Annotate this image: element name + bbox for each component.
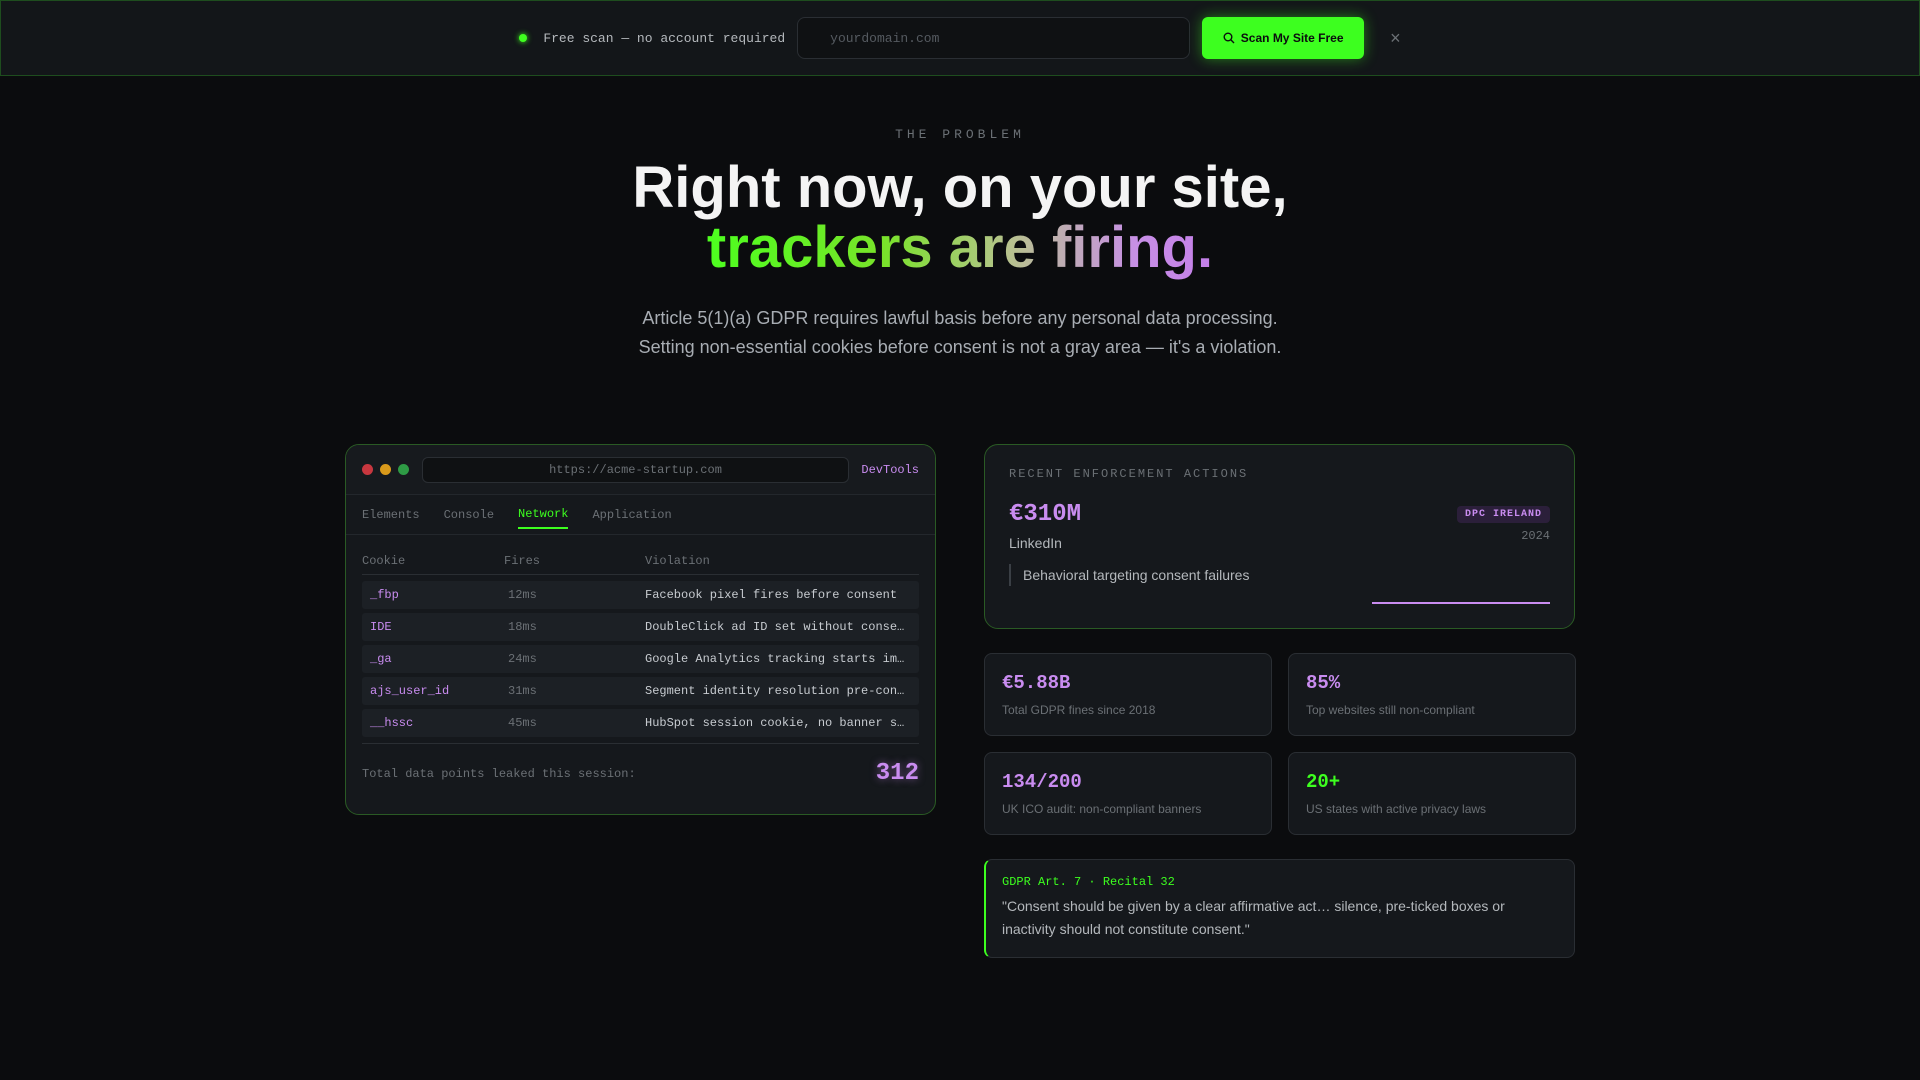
- column-header-violation: Violation: [645, 553, 710, 568]
- fire-time: 24ms: [508, 652, 537, 666]
- tab-console[interactable]: Console: [444, 502, 494, 528]
- authority-badge: DPC IRELAND: [1456, 506, 1550, 523]
- table-row: ajs_user_id 31ms Segment identity resolu…: [362, 677, 919, 705]
- violation-text: HubSpot session cookie, no banner shown: [645, 716, 919, 730]
- enforcement-eyebrow: RECENT ENFORCEMENT ACTIONS: [1009, 467, 1249, 481]
- devtools-header: https://acme-startup.com DevTools: [346, 445, 935, 495]
- devtools-panel: https://acme-startup.com DevTools Elemen…: [345, 444, 936, 815]
- stat-card-ico-audit: 134/200 UK ICO audit: non-compliant bann…: [984, 752, 1272, 835]
- violation-text: Segment identity resolution pre-consent: [645, 684, 919, 698]
- fine-year: 2024: [1521, 529, 1550, 543]
- table-row: _ga 24ms Google Analytics tracking start…: [362, 645, 919, 673]
- devtools-tabs: Elements Console Network Application: [346, 495, 935, 535]
- close-window-dot-icon: [362, 464, 373, 475]
- column-header-fires: Fires: [504, 553, 541, 568]
- domain-input[interactable]: [797, 17, 1191, 59]
- banner-text: Free scan — no account required: [543, 30, 786, 46]
- section-eyebrow: THE PROBLEM: [895, 127, 1025, 142]
- leak-summary: Total data points leaked this session: 3…: [362, 743, 919, 803]
- stat-label: Top websites still non-compliant: [1306, 703, 1475, 717]
- hero-title-line1: Right now, on your site,: [632, 155, 1288, 220]
- maximize-window-dot-icon: [398, 464, 409, 475]
- hero-subtitle-line2: Setting non-essential cookies before con…: [638, 337, 1282, 357]
- hero-subtitle-line1: Article 5(1)(a) GDPR requires lawful bas…: [642, 308, 1278, 328]
- quote-reference: GDPR Art. 7 · Recital 32: [1002, 875, 1175, 889]
- fined-company: LinkedIn: [1009, 535, 1062, 551]
- violation-text: Facebook pixel fires before consent: [645, 588, 898, 602]
- tab-network[interactable]: Network: [518, 501, 569, 529]
- leak-summary-label: Total data points leaked this session:: [362, 766, 636, 781]
- stat-label: US states with active privacy laws: [1306, 802, 1487, 816]
- cookie-name: _ga: [370, 652, 392, 666]
- cookie-name: __hssc: [370, 716, 414, 730]
- stat-value: €5.88B: [1002, 672, 1071, 694]
- quote-text: "Consent should be given by a clear affi…: [1002, 898, 1505, 937]
- table-row: __hssc 45ms HubSpot session cookie, no b…: [362, 709, 919, 737]
- stat-label: UK ICO audit: non-compliant banners: [1002, 802, 1202, 816]
- hero-title: Right now, on your site, trackers are fi…: [0, 158, 1920, 278]
- scan-button-label: Scan My Site Free: [1240, 31, 1344, 45]
- enforcement-card: RECENT ENFORCEMENT ACTIONS €310M LinkedI…: [984, 444, 1575, 629]
- carousel-progress-bar: [1372, 602, 1550, 604]
- devtools-url-bar: https://acme-startup.com: [422, 456, 849, 483]
- search-icon: [1223, 32, 1235, 44]
- hero-title-line2: trackers are firing.: [706, 215, 1214, 280]
- fire-time: 12ms: [508, 588, 537, 602]
- scan-site-button[interactable]: Scan My Site Free: [1202, 17, 1365, 59]
- fire-time: 31ms: [508, 684, 537, 698]
- fine-amount: €310M: [1009, 501, 1082, 528]
- stat-value: 20+: [1306, 771, 1341, 793]
- tab-elements[interactable]: Elements: [362, 502, 420, 528]
- stat-value: 134/200: [1002, 771, 1082, 793]
- cookie-name: _fbp: [370, 588, 399, 602]
- status-dot-icon: [519, 34, 528, 42]
- cookie-name: IDE: [370, 620, 392, 634]
- stat-label: Total GDPR fines since 2018: [1002, 703, 1156, 717]
- stat-card-non-compliant: 85% Top websites still non-compliant: [1288, 653, 1576, 736]
- devtools-label: DevTools: [861, 462, 919, 477]
- tab-application[interactable]: Application: [592, 502, 671, 528]
- cookie-name: ajs_user_id: [370, 684, 450, 698]
- stat-card-us-states: 20+ US states with active privacy laws: [1288, 752, 1576, 835]
- cookie-table: Cookie Fires Violation _fbp 12ms Faceboo…: [346, 535, 935, 737]
- stat-value: 85%: [1306, 672, 1341, 694]
- close-icon[interactable]: ×: [1390, 28, 1401, 49]
- hero-subtitle: Article 5(1)(a) GDPR requires lawful bas…: [0, 304, 1920, 362]
- violation-text: DoubleClick ad ID set without consent: [645, 620, 912, 634]
- fine-reason: Behavioral targeting consent failures: [1009, 564, 1249, 586]
- table-header: Cookie Fires Violation: [362, 551, 919, 575]
- fire-time: 45ms: [508, 716, 537, 730]
- minimize-window-dot-icon: [380, 464, 391, 475]
- violation-text: Google Analytics tracking starts immedia…: [645, 652, 919, 666]
- gdpr-quote: GDPR Art. 7 · Recital 32 "Consent should…: [984, 859, 1575, 958]
- table-row: _fbp 12ms Facebook pixel fires before co…: [362, 581, 919, 609]
- fire-time: 18ms: [508, 620, 537, 634]
- stat-card-total-fines: €5.88B Total GDPR fines since 2018: [984, 653, 1272, 736]
- scan-banner: Free scan — no account required Scan My …: [0, 0, 1920, 76]
- leak-count: 312: [875, 760, 919, 787]
- column-header-cookie: Cookie: [362, 553, 406, 568]
- table-row: IDE 18ms DoubleClick ad ID set without c…: [362, 613, 919, 641]
